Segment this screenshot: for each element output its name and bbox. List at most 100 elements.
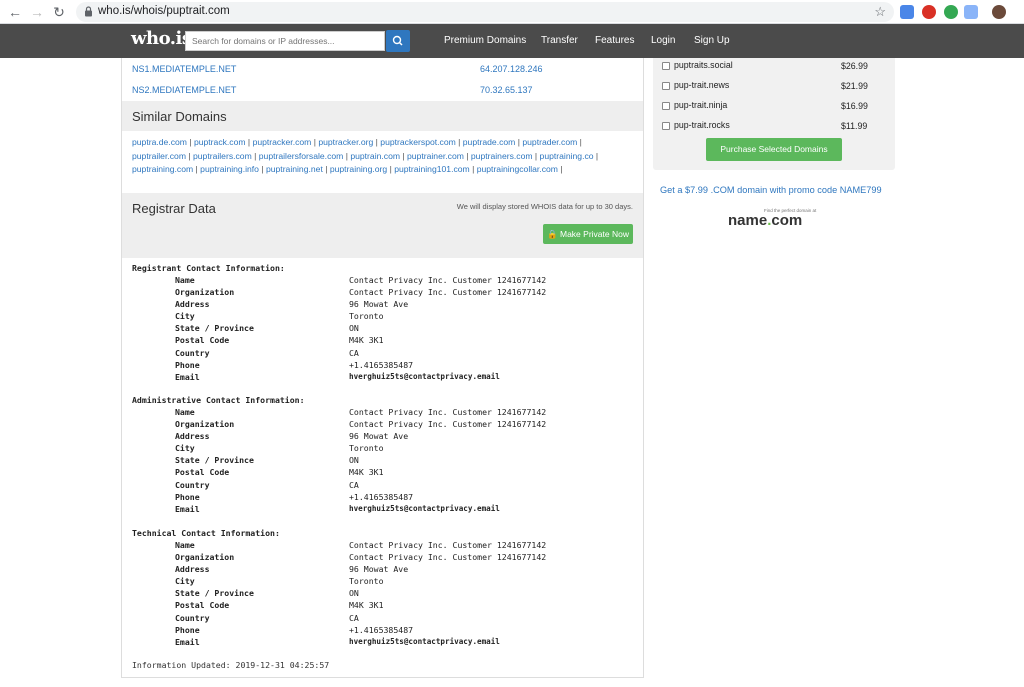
separator: | xyxy=(455,137,463,147)
contact-heading: Administrative Contact Information: xyxy=(132,395,305,405)
address-bar[interactable]: who.is/whois/puptrait.com ☆ xyxy=(76,2,894,22)
similar-domain-link[interactable]: puptrack.com xyxy=(194,137,246,147)
similar-domain-link[interactable]: puptraining.co xyxy=(540,151,594,161)
similar-domain-link[interactable]: puptra.de.com xyxy=(132,137,187,147)
back-icon[interactable]: ← xyxy=(6,3,24,21)
field-value: CA xyxy=(349,347,359,358)
similar-domain-link[interactable]: puptraining.net xyxy=(266,164,323,174)
similar-domain-link[interactable]: puptraining101.com xyxy=(394,164,470,174)
field-value: 96 Mowat Ave xyxy=(349,431,409,442)
similar-domain-link[interactable]: puptrailers.com xyxy=(193,151,252,161)
avatar[interactable] xyxy=(992,5,1006,19)
retention-note: We will display stored WHOIS data for up… xyxy=(456,202,633,211)
field-value: 96 Mowat Ave xyxy=(349,564,409,575)
checkbox[interactable] xyxy=(662,102,670,110)
contact-field-row: Phone +1.4165385487 xyxy=(132,624,413,636)
suggested-domains-panel: puptraits.social $26.99 pup-trait.news $… xyxy=(653,58,895,170)
checkbox[interactable] xyxy=(662,122,670,130)
contact-heading: Registrant Contact Information: xyxy=(132,263,285,273)
similar-domain-link[interactable]: puptrainers.com xyxy=(471,151,533,161)
contact-field-row: Address 96 Mowat Ave xyxy=(132,430,408,442)
separator: | xyxy=(532,150,540,161)
nameserver-ip-link[interactable]: 70.32.65.137 xyxy=(480,85,533,95)
make-private-button[interactable]: 🔒 Make Private Now xyxy=(543,224,633,244)
field-value: Contact Privacy Inc. Customer 1241677142 xyxy=(349,287,547,298)
field-value: 96 Mowat Ave xyxy=(349,299,409,310)
contact-field-row: City Toronto xyxy=(132,442,384,454)
similar-domain-link[interactable]: puptrackerspot.com xyxy=(380,137,455,147)
similar-domain-link[interactable]: puptraining.com xyxy=(132,164,193,174)
similar-domain-link[interactable]: puptrailer.com xyxy=(132,151,186,161)
contact-field-row: City Toronto xyxy=(132,310,384,322)
similar-domain-link[interactable]: puptracker.com xyxy=(253,137,312,147)
field-label: Name xyxy=(175,540,195,550)
nav-login[interactable]: Login xyxy=(651,35,675,46)
field-value: Contact Privacy Inc. Customer 1241677142 xyxy=(349,275,547,285)
field-label: Name xyxy=(175,407,195,417)
field-label: Postal Code xyxy=(175,600,230,611)
nav-premium-domains[interactable]: Premium Domains xyxy=(444,35,526,46)
similar-domain-link[interactable]: puptrain.com xyxy=(350,151,400,161)
reload-icon[interactable]: ↻ xyxy=(50,3,68,21)
separator: | xyxy=(258,164,266,174)
contact-field-row: Postal Code M4K 3K1 xyxy=(132,334,384,346)
section-title: Registrar Data xyxy=(132,201,216,216)
field-label: Country xyxy=(175,612,210,623)
contact-field-row: Phone +1.4165385487 xyxy=(132,359,413,371)
nav-transfer[interactable]: Transfer xyxy=(541,35,578,46)
separator: | xyxy=(469,164,477,174)
field-label: Email xyxy=(175,503,200,514)
nav-features[interactable]: Features xyxy=(595,35,634,46)
extension-icon[interactable] xyxy=(964,5,978,19)
similar-domain-link[interactable]: puptrade.com xyxy=(463,137,516,147)
lock-icon: 🔒 xyxy=(547,229,558,239)
similar-domain-link[interactable]: puptraining.info xyxy=(200,164,259,174)
field-label: City xyxy=(175,443,195,454)
field-label: Address xyxy=(175,299,210,310)
nameserver-ip-link[interactable]: 64.207.128.246 xyxy=(480,64,543,74)
extension-icon[interactable] xyxy=(900,5,914,19)
namecom-logo[interactable]: name.com xyxy=(728,212,802,229)
purchase-selected-button[interactable]: Purchase Selected Domains xyxy=(706,138,842,161)
nameserver-link[interactable]: NS1.MEDIATEMPLE.NET xyxy=(132,64,236,74)
search-button[interactable] xyxy=(386,30,410,52)
checkbox[interactable] xyxy=(662,82,670,90)
contact-block-registrant: Registrant Contact Information: Name Conta… xyxy=(132,262,546,383)
similar-domain-link[interactable]: puptrailersforsale.com xyxy=(259,151,344,161)
contact-field-row: State / Province ON xyxy=(132,587,359,599)
field-value: Contact Privacy Inc. Customer 1241677142 xyxy=(349,419,547,430)
registrar-data-header: Registrar Data We will display stored WH… xyxy=(122,193,643,258)
bookmark-star-icon[interactable]: ☆ xyxy=(874,4,886,20)
contact-field-row: Postal Code M4K 3K1 xyxy=(132,466,384,478)
contact-block-administrative: Administrative Contact Information: Name C… xyxy=(132,394,546,515)
whois-main-panel: NS1.MEDIATEMPLE.NET 64.207.128.246 NS2.M… xyxy=(121,58,644,678)
similar-domain-link[interactable]: puptracker.org xyxy=(318,137,373,147)
field-label: Postal Code xyxy=(175,335,230,346)
extension-icon[interactable] xyxy=(944,5,958,19)
extension-icon[interactable] xyxy=(922,5,936,19)
nameserver-link[interactable]: NS2.MEDIATEMPLE.NET xyxy=(132,85,236,95)
promo-link[interactable]: Get a $7.99 .COM domain with promo code … xyxy=(660,185,882,195)
search-input[interactable] xyxy=(185,31,385,51)
contact-field-row: Organization Contact Privacy Inc. Custome… xyxy=(132,551,546,563)
similar-domain-link[interactable]: puptraining.org xyxy=(330,164,387,174)
field-label: State / Province xyxy=(175,323,254,334)
url-text: who.is/whois/puptrait.com xyxy=(98,5,230,17)
field-label: Organization xyxy=(175,552,235,563)
forward-icon[interactable]: → xyxy=(28,3,46,21)
separator: | xyxy=(400,150,408,161)
domain-price: $21.99 xyxy=(841,81,868,91)
contact-field-row: Name Contact Privacy Inc. Customer 124167… xyxy=(132,539,546,551)
nav-signup[interactable]: Sign Up xyxy=(694,35,730,46)
similar-domain-link[interactable]: puptrainer.com xyxy=(407,151,464,161)
similar-domain-link[interactable]: puptrainingcollar.com xyxy=(477,164,558,174)
field-label: Address xyxy=(175,564,210,575)
checkbox[interactable] xyxy=(662,62,670,70)
field-value: +1.4165385487 xyxy=(349,491,414,502)
site-logo[interactable]: who.is xyxy=(131,28,192,49)
browser-toolbar: ← → ↻ who.is/whois/puptrait.com ☆ xyxy=(0,0,1024,24)
field-value: +1.4165385487 xyxy=(349,359,414,370)
similar-domain-link[interactable]: puptrader.com xyxy=(522,137,577,147)
field-label: Name xyxy=(175,275,195,285)
contact-field-row: State / Province ON xyxy=(132,322,359,334)
